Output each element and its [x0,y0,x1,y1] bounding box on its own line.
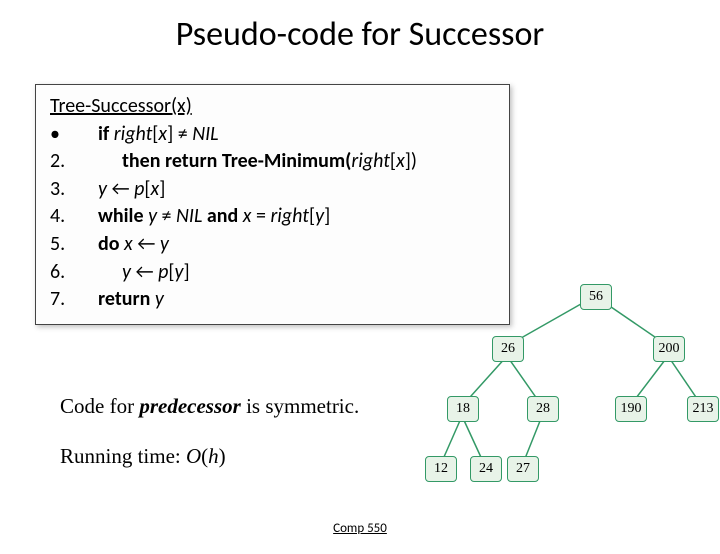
tree-node-56: 56 [580,284,612,310]
line-num-4: 4. [50,203,90,231]
bst-diagram: 56 26 200 18 28 190 213 12 24 27 [430,274,720,504]
line-4: while y ≠ NIL and x = right[y] [90,203,417,231]
tree-node-26: 26 [492,336,524,362]
tree-node-28: 28 [527,396,559,422]
footer-course: Comp 550 [0,521,720,536]
line-num-1: • [50,121,90,149]
line-7: return y [90,286,417,314]
line-num-2: 2. [50,148,90,176]
line-num-7: 7. [50,286,90,314]
tree-node-200: 200 [653,336,685,362]
tree-node-213: 213 [687,396,719,422]
tree-node-18: 18 [447,396,479,422]
line-3: y ← p[x] [90,176,417,204]
line-1: if right[x] ≠ NIL [90,121,417,149]
tree-node-27: 27 [507,456,539,482]
line-6: y ← p[y] [90,259,417,287]
line-num-5: 5. [50,231,90,259]
tree-node-12: 12 [425,456,457,482]
line-2: then return Tree-Minimum(right[x]) [90,148,417,176]
line-num-6: 6. [50,259,90,287]
tree-node-190: 190 [615,396,647,422]
caption-predecessor: Code for predecessor is symmetric. [60,394,359,419]
tree-node-24: 24 [470,456,502,482]
slide-title: Pseudo-code for Successor [0,14,720,55]
line-5: do x ← y [90,231,417,259]
caption-runtime: Running time: O(h) [60,444,226,469]
function-name: Tree-Successor(x) [50,93,495,121]
line-num-3: 3. [50,176,90,204]
